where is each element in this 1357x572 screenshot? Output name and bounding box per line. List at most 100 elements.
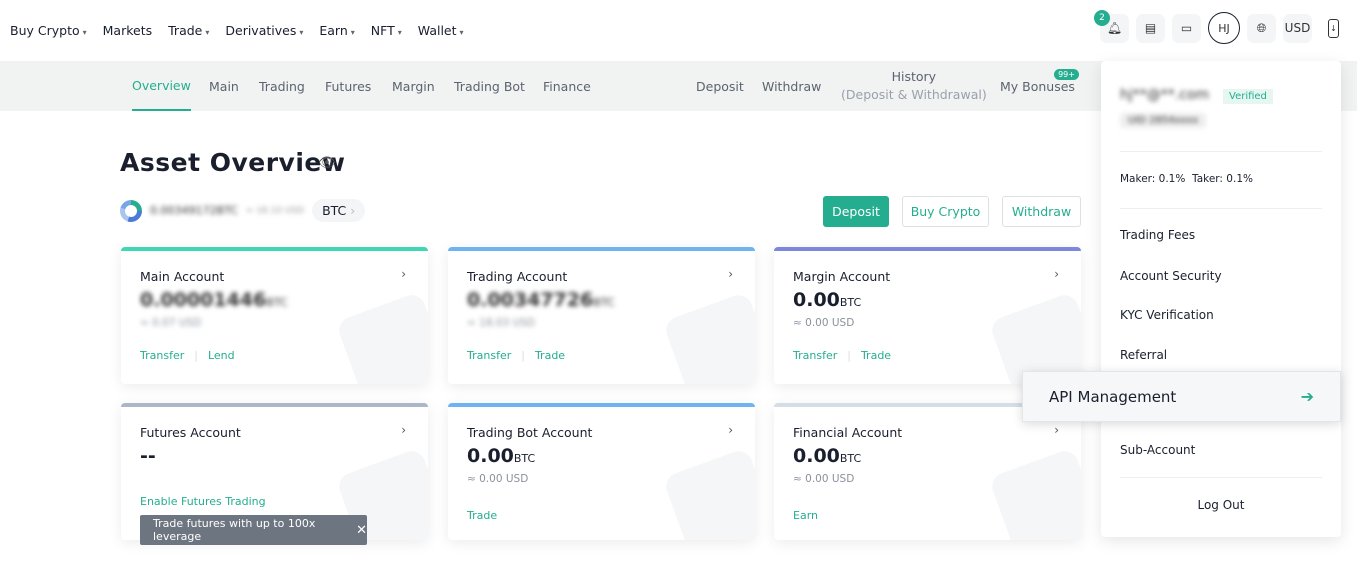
withdraw-link[interactable]: Withdraw <box>762 61 821 111</box>
card-action[interactable]: Transfer <box>793 349 837 362</box>
amount-unit: BTC <box>839 296 862 309</box>
wallet-button[interactable]: ▭ <box>1172 13 1201 43</box>
nav-buy-crypto[interactable]: Buy Crypto ▾ <box>10 23 87 38</box>
card-title: Trading Bot Account <box>467 425 593 440</box>
chevron-right-icon[interactable]: › <box>728 267 733 281</box>
card-actions: Transfer | Trade <box>467 349 565 362</box>
caret-down-icon: ▾ <box>397 27 402 37</box>
tab-main[interactable]: Main <box>209 61 239 111</box>
card-action[interactable]: Trade <box>467 509 497 522</box>
my-bonuses-link[interactable]: My Bonuses 99+ <box>1000 61 1079 111</box>
logo-watermark-icon <box>662 291 755 384</box>
nav-derivatives[interactable]: Derivatives ▾ <box>225 23 303 38</box>
tab-trading-bot[interactable]: Trading Bot <box>454 61 525 111</box>
header-icons: 2 🔔︎ ▤ ▭ HJ 🌐︎ USD ↓ <box>1094 9 1348 44</box>
allocation-donut-icon <box>120 199 142 222</box>
menu-kyc-verification[interactable]: KYC Verification <box>1120 308 1214 322</box>
api-label: API Management <box>1049 387 1177 406</box>
chevron-right-icon[interactable]: › <box>401 423 406 437</box>
chevron-right-icon[interactable]: › <box>728 423 733 437</box>
currency-selector[interactable]: BTC › <box>312 199 366 222</box>
tab-futures[interactable]: Futures <box>325 61 371 111</box>
fee-rates: Maker: 0.1% Taker: 0.1% <box>1120 173 1253 185</box>
amount-value: -- <box>140 445 156 467</box>
total-usd: ≈ 18.10 USD <box>245 205 305 216</box>
bonus-badge: 99+ <box>1054 69 1079 80</box>
orders-button[interactable]: ▤ <box>1136 13 1165 43</box>
nav-label: Trade <box>168 22 203 38</box>
user-email: hj**@**.com <box>1120 87 1210 103</box>
menu-sub-account[interactable]: Sub-Account <box>1120 443 1195 457</box>
account-card[interactable]: Financial Account › 0.00BTC ≈ 0.00 USD E… <box>774 403 1081 540</box>
nav-nft[interactable]: NFT ▾ <box>371 23 402 38</box>
language-button[interactable]: 🌐︎ <box>1247 13 1276 43</box>
tab-finance[interactable]: Finance <box>543 61 591 111</box>
card-action[interactable]: Earn <box>793 509 818 522</box>
account-card[interactable]: Trading Account › 0.00347726BTC ≈ 18.03 … <box>448 247 755 384</box>
account-card[interactable]: Main Account › 0.00001446BTC ≈ 0.07 USD … <box>121 247 428 384</box>
menu-api-management[interactable]: API Management ➔ <box>1022 371 1341 422</box>
total-amount: 0.00349172BTC <box>150 204 238 217</box>
logo-watermark-icon <box>988 447 1081 540</box>
history-sublabel: (Deposit & Withdrawal) <box>841 87 987 102</box>
card-action[interactable]: Trade <box>535 349 565 362</box>
card-amount: 0.00347726BTC <box>467 289 615 311</box>
tooltip-text: Trade futures with up to 100x leverage <box>153 517 316 543</box>
account-card[interactable]: Trading Bot Account › 0.00BTC ≈ 0.00 USD… <box>448 403 755 540</box>
wallet-icon: ▭ <box>1180 21 1193 35</box>
card-action[interactable]: Transfer <box>467 349 511 362</box>
menu-referral[interactable]: Referral <box>1120 348 1167 362</box>
nav-wallet[interactable]: Wallet ▾ <box>418 23 464 38</box>
card-usd: ≈ 18.03 USD <box>467 317 535 329</box>
amount-value: 0.00 <box>793 289 840 311</box>
total-balance: 0.00349172BTC ≈ 18.10 USD BTC › <box>120 199 366 222</box>
nav-markets[interactable]: Markets <box>103 23 152 38</box>
nav-earn[interactable]: Earn ▾ <box>319 23 354 38</box>
chevron-right-icon[interactable]: › <box>1054 423 1059 437</box>
card-accent-bar <box>448 247 755 251</box>
amount-unit: BTC <box>266 296 288 309</box>
card-action[interactable]: Trade <box>861 349 891 362</box>
avatar[interactable]: HJ <box>1208 12 1240 44</box>
buy-crypto-button[interactable]: Buy Crypto <box>902 196 989 227</box>
card-usd: ≈ 0.00 USD <box>793 473 855 485</box>
card-accent-bar <box>121 403 428 407</box>
account-card[interactable]: Margin Account › 0.00BTC ≈ 0.00 USD Tran… <box>774 247 1081 384</box>
logout-button[interactable]: Log Out <box>1101 498 1341 512</box>
card-action[interactable]: Transfer <box>140 349 184 362</box>
amount-value: 0.00 <box>793 445 840 467</box>
divider <box>1120 477 1322 478</box>
tab-overview[interactable]: Overview <box>132 61 191 111</box>
history-link[interactable]: History (Deposit & Withdrawal) <box>841 61 987 111</box>
card-amount: 0.00BTC <box>793 289 861 311</box>
close-icon[interactable]: ✕ <box>356 523 367 538</box>
tab-margin[interactable]: Margin <box>392 61 435 111</box>
globe-icon: 🌐︎ <box>1256 20 1267 35</box>
nav-label: Earn <box>319 22 348 38</box>
deposit-link[interactable]: Deposit <box>696 61 744 111</box>
menu-trading-fees[interactable]: Trading Fees <box>1120 228 1195 242</box>
card-title: Main Account <box>140 269 225 284</box>
notifications-button[interactable]: 2 🔔︎ <box>1094 9 1129 43</box>
chevron-right-icon[interactable]: › <box>1054 267 1059 281</box>
card-action[interactable]: Lend <box>208 349 235 362</box>
nav-label: Wallet <box>417 22 457 38</box>
tab-trading[interactable]: Trading <box>259 61 305 111</box>
caret-down-icon: ▾ <box>82 27 87 37</box>
verified-badge: Verified <box>1223 89 1273 104</box>
currency-button[interactable]: USD <box>1283 13 1312 43</box>
card-amount: 0.00001446BTC <box>140 289 288 311</box>
chevron-right-icon[interactable]: › <box>401 267 406 281</box>
card-title: Futures Account <box>140 425 241 440</box>
eye-icon[interactable]: 👁︎ <box>318 155 336 171</box>
card-actions: Earn <box>793 509 818 522</box>
card-action[interactable]: Enable Futures Trading <box>140 495 266 508</box>
deposit-button[interactable]: Deposit <box>823 196 889 227</box>
withdraw-button[interactable]: Withdraw <box>1002 196 1081 227</box>
divider <box>1120 151 1322 152</box>
bell-icon: 🔔︎ <box>1106 21 1123 35</box>
menu-account-security[interactable]: Account Security <box>1120 269 1222 283</box>
nav-trade[interactable]: Trade ▾ <box>168 23 209 38</box>
card-amount: 0.00BTC <box>793 445 861 467</box>
download-app-button[interactable]: ↓ <box>1319 13 1348 43</box>
